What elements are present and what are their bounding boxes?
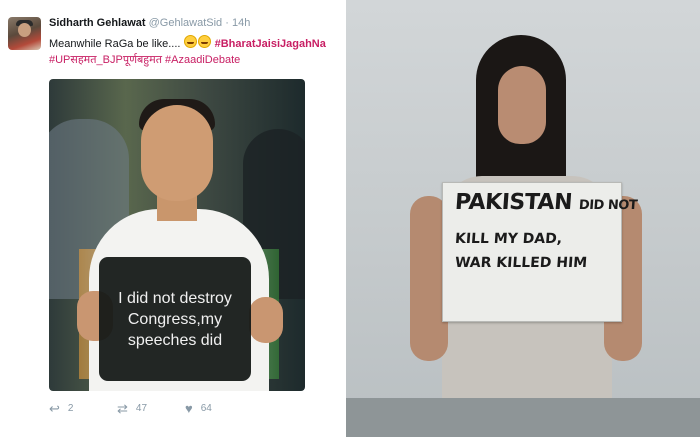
face <box>498 66 546 144</box>
like-count: 64 <box>200 403 212 414</box>
like-button[interactable]: ♥ 64 <box>185 402 212 415</box>
placard: PAKISTAN DID NOT KILL MY DAD, WAR KILLED… <box>442 182 638 322</box>
tweet-header: Sidharth Gehlawat @GehlawatSid · 14h <box>49 16 250 30</box>
heart-icon: ♥ <box>185 401 193 416</box>
meme-sign-text: I did not destroy Congress,my speeches d… <box>118 289 232 349</box>
reply-icon: ↩ <box>49 401 60 416</box>
tweet-card: Sidharth Gehlawat @GehlawatSid · 14h Mea… <box>0 0 343 437</box>
tweet-text: Meanwhile RaGa be like.... #BharatJaisiJ… <box>49 35 341 68</box>
table-surface <box>346 398 700 437</box>
retweet-icon: ⇄ <box>117 401 128 416</box>
placard-line-1: PAKISTAN DID NOT <box>454 190 638 215</box>
user-handle[interactable]: @GehlawatSid <box>149 17 223 29</box>
separator-dot: · <box>225 17 229 29</box>
tweet-image[interactable]: I did not destroy Congress,my speeches d… <box>49 79 305 391</box>
placard-line-3: WAR KILLED HIM <box>454 255 588 271</box>
retweet-count: 47 <box>135 403 148 414</box>
retweet-button[interactable]: ⇄ 47 <box>117 402 147 415</box>
meme-sign: I did not destroy Congress,my speeches d… <box>99 257 251 381</box>
placard-word-small: DID NOT <box>578 198 638 213</box>
placard-word-big: PAKISTAN <box>454 190 573 215</box>
tweet-actions: ↩ 2 ⇄ 47 ♥ 64 <box>49 402 309 422</box>
reply-count: 2 <box>67 403 74 414</box>
placard-line-2: KILL MY DAD, <box>454 231 563 247</box>
reply-button[interactable]: ↩ 2 <box>49 402 73 415</box>
tears-of-joy-emoji-icon <box>197 35 211 48</box>
display-name[interactable]: Sidharth Gehlawat <box>49 17 146 29</box>
tweet-time[interactable]: 14h <box>232 17 250 29</box>
hashtag-link[interactable]: #UPसहमत_BJPपूर्णबहुमत #AzaadiDebate <box>49 54 240 66</box>
avatar[interactable] <box>8 17 41 50</box>
tweet-text-prefix: Meanwhile RaGa be like.... <box>49 38 181 50</box>
protest-photo: PAKISTAN DID NOT KILL MY DAD, WAR KILLED… <box>346 0 700 437</box>
tears-of-joy-emoji-icon <box>183 35 197 48</box>
right-hand <box>249 297 283 343</box>
hashtag-link[interactable]: #BharatJaisiJagahNa <box>215 38 326 50</box>
avatar-face <box>18 23 31 37</box>
face <box>141 105 213 201</box>
